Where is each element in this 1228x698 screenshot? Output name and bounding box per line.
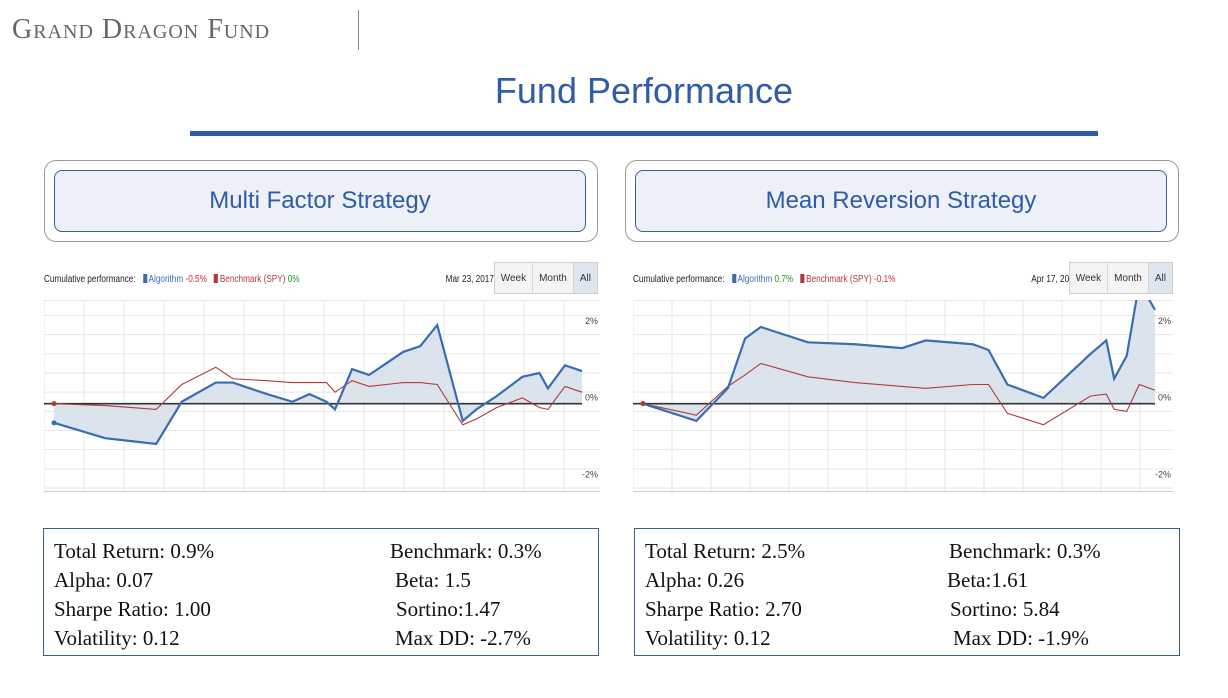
stat-sortino: Sortino:1.47: [396, 597, 501, 621]
stat-beta: Beta: 1.5: [395, 568, 471, 592]
stats-box-multi-factor: Total Return: 0.9% Benchmark: 0.3% Alpha…: [43, 528, 599, 656]
stat-sharpe: Sharpe Ratio: 1.00: [54, 597, 211, 621]
strategy-card-mean-reversion: Mean Reversion Strategy: [625, 160, 1179, 242]
stat-beta: Beta:1.61: [947, 568, 1029, 592]
y-tick-label: 2%: [585, 316, 598, 326]
legend-benchmark-label: Benchmark (SPY): [806, 274, 872, 285]
strategy-card-multi-factor: Multi Factor Strategy: [44, 160, 598, 242]
cumulative-performance-legend: Cumulative performance: Algorithm -0.5% …: [44, 274, 300, 285]
brand-divider: [358, 10, 359, 50]
legend-title: Cumulative performance:: [633, 274, 725, 285]
y-tick-label: 2%: [1158, 316, 1171, 326]
y-tick-label: 0%: [1158, 393, 1171, 403]
legend-benchmark-value: -0.1%: [874, 274, 896, 285]
chart-panel-mean-reversion: Cumulative performance: Algorithm 0.7% B…: [633, 260, 1173, 495]
benchmark-swatch: [800, 274, 805, 283]
stat-max-dd: Max DD: -2.7%: [395, 626, 531, 650]
performance-chart: 2% 0% -2%: [44, 300, 600, 492]
y-tick-label: -2%: [582, 469, 598, 479]
cumulative-performance-legend: Cumulative performance: Algorithm 0.7% B…: [633, 274, 895, 285]
chart-date: Mar 23, 2017: [445, 274, 494, 285]
range-month-button[interactable]: Month: [532, 263, 573, 293]
range-selector: Week Month All: [493, 262, 598, 294]
range-all-button[interactable]: All: [1147, 263, 1172, 293]
page-title: Fund Performance: [494, 70, 794, 111]
stat-benchmark: Benchmark: 0.3%: [390, 539, 542, 563]
y-tick-label: 0%: [585, 393, 598, 403]
algorithm-swatch: [142, 274, 147, 283]
stats-box-mean-reversion: Total Return: 2.5% Benchmark: 0.3% Alpha…: [634, 528, 1180, 656]
legend-algorithm-value: 0.7%: [774, 274, 794, 285]
range-all-button[interactable]: All: [572, 263, 597, 293]
range-week-button[interactable]: Week: [1069, 263, 1108, 293]
stat-benchmark: Benchmark: 0.3%: [949, 539, 1101, 563]
title-rule: [190, 131, 1098, 136]
stat-total-return: Total Return: 0.9%: [54, 539, 215, 563]
stat-alpha: Alpha: 0.07: [54, 568, 154, 592]
multi-factor-strategy-button[interactable]: Multi Factor Strategy: [54, 170, 586, 232]
algorithm-start-marker: [51, 420, 57, 426]
stat-volatility: Volatility: 0.12: [645, 626, 771, 650]
stat-total-return: Total Return: 2.5%: [645, 539, 806, 563]
stat-sortino: Sortino: 5.84: [950, 597, 1060, 621]
mean-reversion-strategy-button[interactable]: Mean Reversion Strategy: [635, 170, 1167, 232]
stat-volatility: Volatility: 0.12: [54, 626, 180, 650]
chart-panel-multi-factor: Cumulative performance: Algorithm -0.5% …: [44, 260, 600, 495]
brand-logo: Grand Dragon Fund: [12, 14, 271, 45]
stat-alpha: Alpha: 0.26: [645, 568, 745, 592]
y-tick-label: -2%: [1155, 469, 1171, 479]
legend-algorithm-value: -0.5%: [185, 274, 207, 285]
stat-max-dd: Max DD: -1.9%: [953, 626, 1089, 650]
legend-algorithm-label: Algorithm: [148, 274, 184, 285]
benchmark-start-marker: [51, 401, 57, 407]
range-selector: Week Month All: [1068, 262, 1173, 294]
benchmark-start-marker: [640, 401, 646, 407]
algorithm-swatch: [731, 274, 736, 283]
benchmark-swatch: [214, 274, 219, 283]
stat-sharpe: Sharpe Ratio: 2.70: [645, 597, 802, 621]
legend-algorithm-label: Algorithm: [737, 274, 773, 285]
legend-benchmark-label: Benchmark (SPY): [219, 274, 286, 285]
range-week-button[interactable]: Week: [494, 263, 533, 293]
legend-title: Cumulative performance:: [44, 274, 136, 285]
range-month-button[interactable]: Month: [1107, 263, 1148, 293]
performance-chart: 2% 0% -2%: [633, 300, 1173, 492]
legend-benchmark-value: 0%: [287, 274, 300, 285]
